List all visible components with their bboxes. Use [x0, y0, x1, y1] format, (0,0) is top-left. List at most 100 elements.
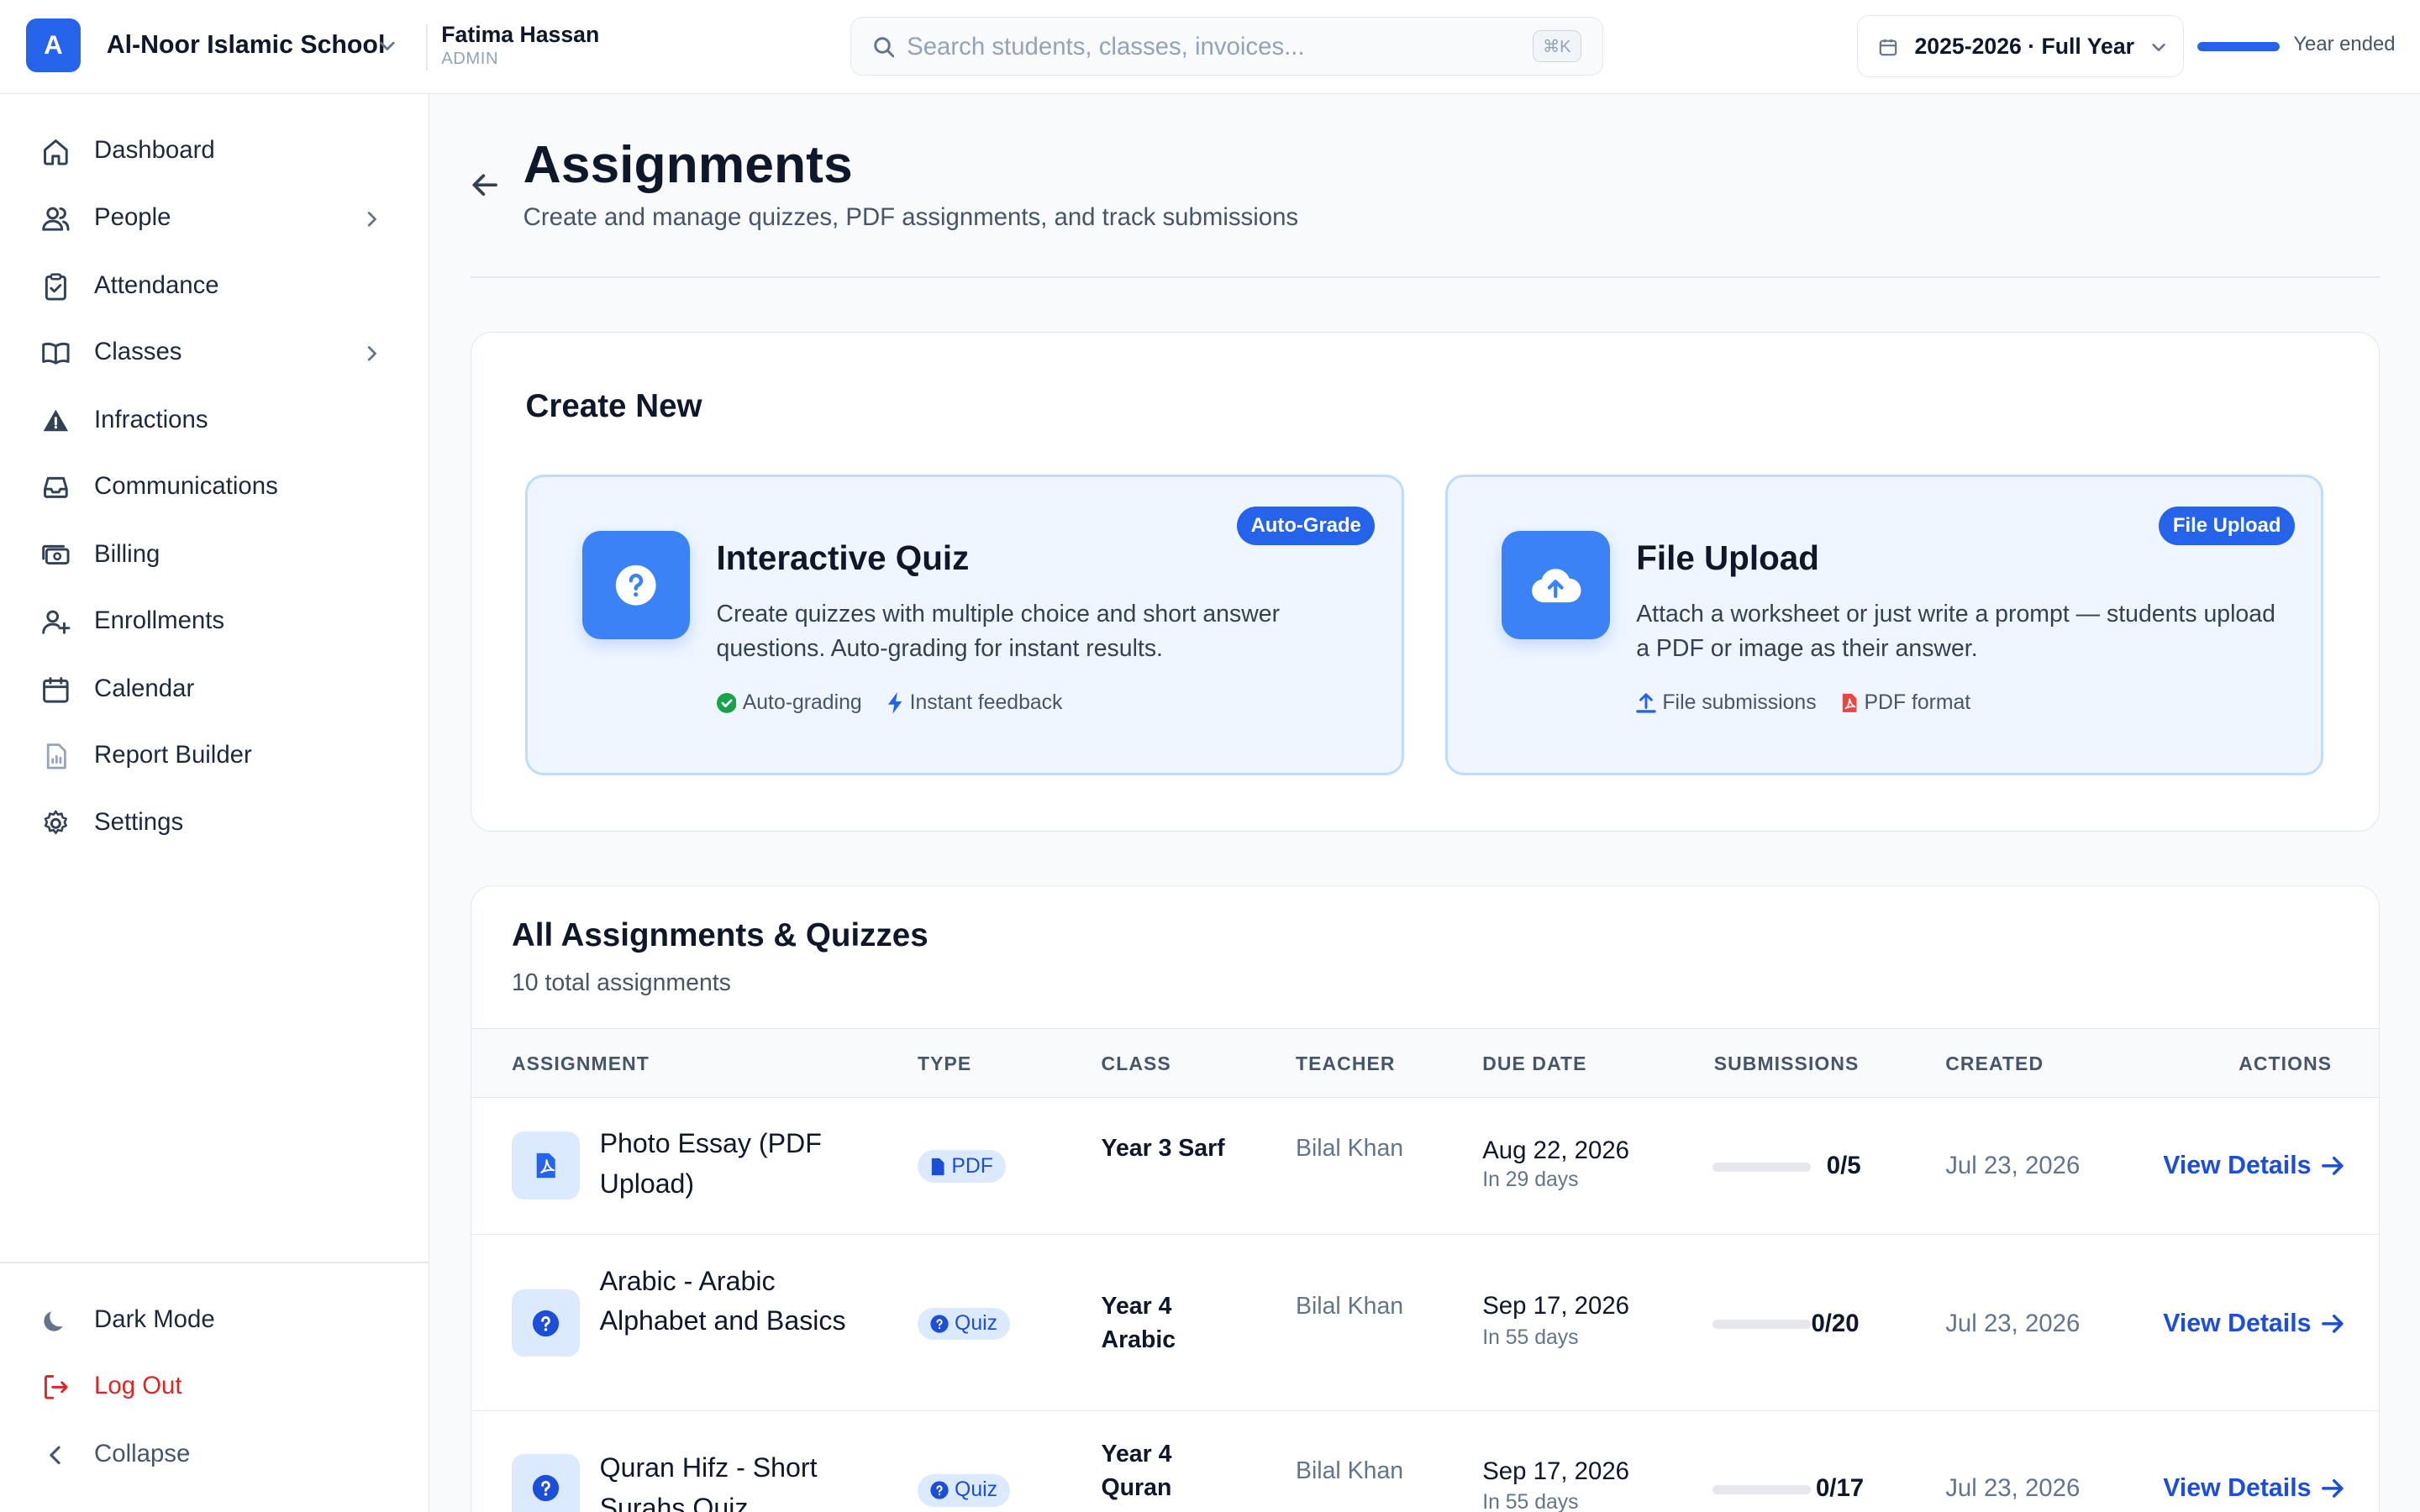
quiz-assignment-icon — [511, 1454, 580, 1512]
column-header-created[interactable]: CREATED — [1945, 1053, 2044, 1075]
chevron-right-icon — [367, 345, 376, 361]
arrow-right-icon — [2322, 1157, 2344, 1176]
quiz-tile-title: Interactive Quiz — [716, 538, 970, 578]
calendar-icon — [1879, 39, 1897, 56]
table-row[interactable]: Arabic - Arabic Alphabet and Basics Quiz… — [471, 1235, 2380, 1411]
warning-icon — [43, 409, 68, 432]
created-date: Jul 23, 2026 — [1945, 1152, 2081, 1180]
sidebar-item-label: Billing — [94, 539, 160, 568]
view-details-link[interactable]: View Details — [2163, 1310, 2345, 1338]
collapse-button[interactable]: Collapse — [24, 1425, 404, 1484]
logout-button[interactable]: Log Out — [24, 1357, 404, 1416]
sidebar-item-dashboard[interactable]: Dashboard — [24, 122, 404, 181]
column-header-teacher[interactable]: TEACHER — [1296, 1053, 1396, 1075]
sidebar-item-communications[interactable]: Communications — [24, 458, 404, 517]
view-details-link[interactable]: View Details — [2163, 1152, 2345, 1180]
inbox-icon — [43, 476, 68, 498]
dark-mode-toggle[interactable]: Dark Mode — [24, 1291, 404, 1350]
sidebar-item-label: Communications — [94, 472, 278, 500]
column-header-class[interactable]: CLASS — [1102, 1053, 1171, 1075]
search-bar[interactable]: ⌘K — [850, 17, 1604, 76]
main-content: Assignments Create and manage quizzes, P… — [430, 94, 2420, 1512]
due-date: Sep 17, 2026 — [1482, 1457, 1629, 1485]
upload-features: File submissions PDF format — [1636, 691, 1970, 715]
upload-tile-icon — [1502, 531, 1610, 639]
quiz-features: Auto-grading Instant feedback — [716, 691, 1063, 715]
sidebar-item-settings[interactable]: Settings — [24, 795, 404, 853]
sidebar-item-label: Dashboard — [94, 135, 215, 164]
view-details-link[interactable]: View Details — [2163, 1474, 2345, 1503]
question-circle-icon — [532, 1310, 559, 1336]
sidebar-item-report-builder[interactable]: Report Builder — [24, 727, 404, 785]
teacher-name: Bilal Khan — [1295, 1135, 1404, 1163]
chevron-left-icon — [50, 1446, 60, 1464]
cash-icon — [41, 544, 70, 564]
sidebar-item-classes[interactable]: Classes — [24, 324, 404, 383]
assignment-name[interactable]: Arabic - Arabic Alphabet and Basics — [600, 1262, 870, 1342]
type-badge: PDF — [917, 1150, 1006, 1183]
type-badge: Quiz — [917, 1307, 1010, 1341]
assignment-name[interactable]: Photo Essay (PDF Upload) — [600, 1124, 870, 1205]
top-bar: A Al-Noor Islamic School Fatima Hassan A… — [0, 0, 2420, 95]
dark-mode-label: Dark Mode — [94, 1305, 215, 1333]
sidebar-item-attendance[interactable]: Attendance — [24, 258, 404, 317]
academic-year-select[interactable]: 2025-2026 · Full Year — [1856, 15, 2184, 77]
pdf-file-icon — [1842, 694, 1857, 713]
due-relative: In 55 days — [1482, 1326, 1579, 1349]
sidebar-item-label: Settings — [94, 808, 184, 837]
due-date: Aug 22, 2026 — [1482, 1136, 1629, 1164]
feature-label: Instant feedback — [909, 691, 1063, 715]
school-name[interactable]: Al-Noor Islamic School — [107, 31, 386, 60]
sidebar-item-people[interactable]: People — [24, 190, 404, 249]
search-input[interactable] — [907, 29, 1494, 65]
sidebar-item-billing[interactable]: Billing — [24, 526, 404, 585]
create-new-title: Create New — [525, 387, 702, 424]
submission-count: 0/5 — [1826, 1152, 1861, 1180]
sidebar: Dashboard People Attendance Classes Infr… — [0, 94, 429, 1512]
column-header-type[interactable]: TYPE — [918, 1053, 971, 1075]
clipboard-check-icon — [45, 273, 66, 301]
back-arrow-icon[interactable] — [468, 168, 502, 202]
teacher-name: Bilal Khan — [1295, 1292, 1404, 1320]
submission-count: 0/17 — [1815, 1474, 1865, 1503]
sidebar-item-calendar[interactable]: Calendar — [24, 660, 404, 719]
moon-icon — [44, 1311, 63, 1331]
create-upload-tile[interactable]: File Upload Attach a worksheet or just w… — [1445, 474, 2324, 775]
type-label: PDF — [951, 1154, 993, 1178]
due-relative: In 29 days — [1482, 1168, 1579, 1192]
column-header-assignment[interactable]: ASSIGNMENT — [512, 1053, 650, 1075]
app-root: A Al-Noor Islamic School Fatima Hassan A… — [0, 0, 2420, 1512]
question-circle-icon — [930, 1315, 949, 1333]
assignment-name[interactable]: Quran Hifz - Short Surahs Quiz — [600, 1448, 870, 1512]
sidebar-item-label: Calendar — [94, 674, 195, 702]
upload-tile-title: File Upload — [1636, 538, 1819, 578]
sidebar-item-infractions[interactable]: Infractions — [24, 392, 404, 451]
feature-auto-grading: Auto-grading — [716, 691, 862, 715]
logout-label: Log Out — [94, 1371, 182, 1399]
pdf-assignment-icon — [511, 1131, 580, 1200]
assignments-count: 10 total assignments — [511, 969, 731, 997]
cloud-upload-icon — [1532, 568, 1582, 602]
calendar-icon — [42, 676, 69, 703]
type-label: Quiz — [955, 1311, 998, 1335]
sidebar-item-label: Report Builder — [94, 740, 252, 769]
view-details-label: View Details — [2163, 1309, 2312, 1337]
sidebar-item-enrollments[interactable]: Enrollments — [24, 592, 404, 651]
table-row[interactable]: Quran Hifz - Short Surahs Quiz Quiz Year… — [471, 1410, 2380, 1512]
column-header-due-date[interactable]: DUE DATE — [1482, 1053, 1586, 1075]
school-logo[interactable]: A — [26, 18, 81, 73]
create-quiz-tile[interactable]: Interactive Quiz Create quizzes with mul… — [525, 474, 1404, 775]
create-new-card: Create New Interactive Quiz Create quizz… — [471, 331, 2381, 832]
quiz-assignment-icon — [511, 1289, 580, 1357]
question-circle-icon — [930, 1481, 949, 1499]
header-divider — [425, 24, 428, 71]
column-header-submissions[interactable]: SUBMISSIONS — [1714, 1053, 1860, 1075]
feature-label: PDF format — [1864, 691, 1971, 715]
feature-label: File submissions — [1662, 691, 1817, 715]
year-progress-bar — [2197, 41, 2280, 51]
arrow-right-icon — [2322, 1479, 2344, 1498]
chevron-down-icon[interactable] — [376, 35, 398, 57]
table-header: ASSIGNMENT TYPE CLASS TEACHER DUE DATE S… — [471, 1028, 2380, 1098]
table-row[interactable]: Photo Essay (PDF Upload) PDF Year 3 Sarf… — [471, 1097, 2380, 1236]
created-date: Jul 23, 2026 — [1945, 1309, 2081, 1337]
